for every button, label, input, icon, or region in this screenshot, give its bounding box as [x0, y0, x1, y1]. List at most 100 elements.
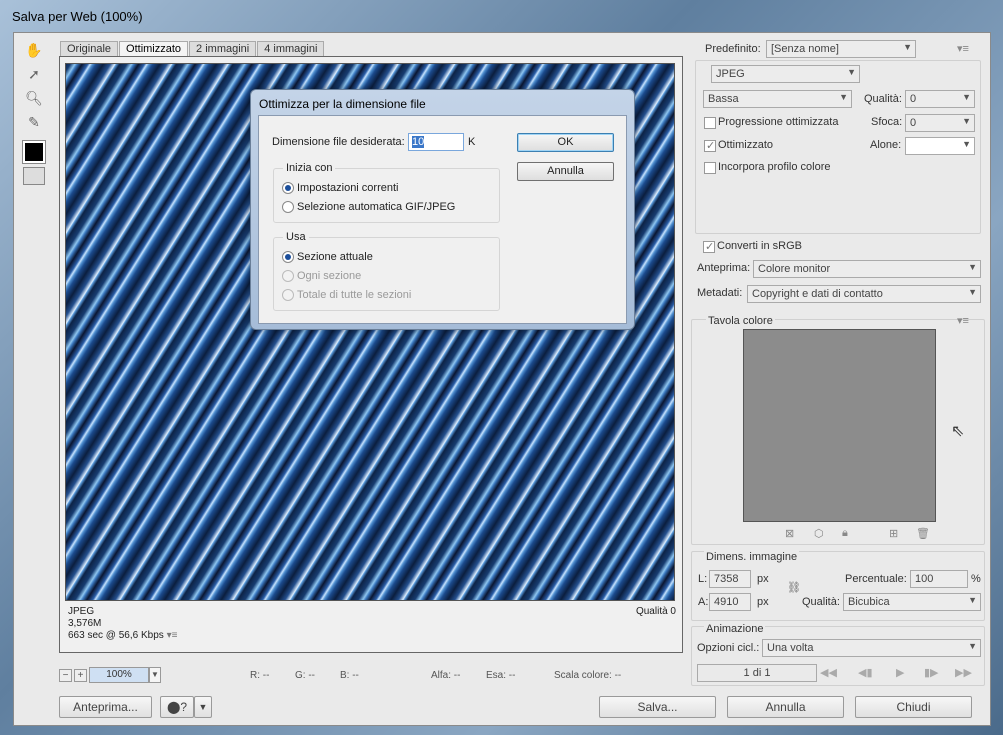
dialog-body: Dimensione file desiderata: 10 K OK Annu… [258, 115, 627, 324]
current-slice-label: Sezione attuale [297, 251, 373, 263]
height-field[interactable]: 4910 [709, 593, 751, 611]
menu-icon[interactable]: ▾≡ [167, 630, 178, 641]
color-table-menu-icon[interactable]: ▾≡ [957, 314, 969, 327]
image-filesize: 3,576M [68, 618, 102, 629]
frame-counter: 1 di 1 [697, 664, 817, 682]
width-label: L: [698, 573, 708, 585]
matte-label: Alone: [870, 139, 902, 151]
blur-field[interactable]: 0 ▼ [905, 114, 975, 132]
auto-select-radio[interactable] [282, 201, 294, 213]
prev-frame-icon[interactable]: ◀▮ [858, 666, 873, 679]
window: Salva per Web (100%) ✋ ➚ 🔍︎ ✎ Originale … [0, 0, 1003, 735]
constrain-link-icon[interactable]: ⛓ [787, 581, 801, 594]
toolbox: ✋ ➚ 🔍︎ ✎ [20, 39, 48, 189]
eyedropper-icon[interactable]: ✎ [22, 111, 46, 133]
metadata-select[interactable]: Copyright e dati di contatto ▼ [747, 285, 981, 303]
dialog-cancel-button[interactable]: Annulla [517, 162, 614, 181]
zoom-field[interactable]: 100% [89, 667, 149, 683]
progressive-label: Progressione ottimizzata [718, 116, 839, 128]
format-select[interactable]: JPEG ▼ [711, 65, 860, 83]
resample-select[interactable]: Bicubica ▼ [843, 593, 981, 611]
panel-menu-icon[interactable]: ▾≡ [957, 42, 969, 55]
trash-icon[interactable]: 🗑︎ [916, 527, 930, 540]
chevron-down-icon: ▼ [962, 92, 971, 102]
each-slice-radio[interactable] [282, 270, 294, 282]
color-table[interactable] [743, 329, 936, 522]
width-field[interactable]: 7358 [709, 570, 751, 588]
lock-color-icon[interactable]: 🔒︎ [842, 527, 848, 540]
current-settings-label: Impostazioni correnti [297, 182, 399, 194]
zoom-tool-icon[interactable]: 🔍︎ [22, 87, 46, 109]
slice-select-icon[interactable]: ➚ [22, 63, 46, 85]
chevron-down-icon: ▼ [839, 92, 848, 102]
embed-profile-label: Incorpora profilo colore [718, 161, 831, 173]
current-settings-radio[interactable] [282, 182, 294, 194]
image-format: JPEG [68, 606, 95, 617]
start-with-group [273, 168, 500, 223]
first-frame-icon[interactable]: ◀◀ [820, 666, 837, 679]
status-bar: − + 100% ▼ R: -- G: -- B: -- Alfa: -- Es… [59, 667, 683, 685]
metadata-label: Metadati: [697, 287, 743, 299]
current-slice-radio[interactable] [282, 251, 294, 263]
embed-profile-checkbox[interactable] [704, 162, 716, 174]
percent-field[interactable]: 100 [910, 570, 968, 588]
chevron-down-icon: ▼ [968, 262, 977, 272]
ok-button[interactable]: OK [517, 133, 614, 152]
tab-optimized[interactable]: Ottimizzato [119, 41, 189, 56]
tab-2-up[interactable]: 2 immagini [189, 41, 257, 56]
convert-srgb-checkbox[interactable] [703, 240, 715, 253]
resample-label: Qualità: [802, 596, 840, 608]
close-button[interactable]: Chiudi [855, 696, 972, 718]
browser-dropdown-icon[interactable]: ▼ [194, 696, 212, 718]
auto-select-label: Selezione automatica GIF/JPEG [297, 201, 456, 213]
chevron-down-icon: ▼ [968, 287, 977, 297]
alpha-readout: Alfa: -- [431, 670, 461, 681]
chevron-down-icon: ▼ [903, 42, 912, 52]
image-quality-info: Qualità 0 [635, 606, 676, 617]
dialog-title: Ottimizza per la dimensione file [259, 97, 426, 111]
zoom-in-button[interactable]: + [74, 668, 87, 682]
optimized-label: Ottimizzato [718, 139, 774, 151]
loop-label: Opzioni cicl.: [697, 642, 760, 654]
play-icon[interactable]: ▶ [896, 666, 904, 679]
eyedropper-color-swatch[interactable] [22, 140, 46, 164]
preview-mode-select[interactable]: Colore monitor ▼ [753, 260, 981, 278]
save-button[interactable]: Salva... [599, 696, 716, 718]
view-tabs: Originale Ottimizzato 2 immagini 4 immag… [60, 41, 325, 56]
progressive-checkbox[interactable] [704, 117, 716, 129]
quality-label: Qualità: [864, 93, 902, 105]
quality-preset-select[interactable]: Bassa ▼ [703, 90, 852, 108]
percent-unit: % [971, 573, 981, 585]
preview-button[interactable]: Anteprima... [59, 696, 152, 718]
use-legend: Usa [283, 231, 309, 243]
optimized-checkbox[interactable] [704, 139, 716, 152]
preview-mode-label: Anteprima: [697, 262, 751, 274]
zoom-dropdown-icon[interactable]: ▼ [149, 667, 161, 683]
tab-4-up[interactable]: 4 immagini [257, 41, 325, 56]
chevron-down-icon: ▼ [962, 116, 971, 126]
size-unit: K [468, 136, 476, 148]
height-label: A: [698, 596, 709, 608]
web-snap-icon[interactable]: ⬡ [814, 527, 824, 540]
toggle-slices-icon[interactable] [23, 167, 45, 185]
loop-select[interactable]: Una volta ▼ [762, 639, 981, 657]
browser-preview-icon[interactable]: ⬤? [160, 696, 194, 718]
cancel-button[interactable]: Annulla [727, 696, 844, 718]
total-slices-radio[interactable] [282, 289, 294, 301]
optimize-to-size-dialog: Ottimizza per la dimensione file Dimensi… [250, 89, 635, 330]
each-slice-label: Ogni sezione [297, 270, 362, 282]
matte-select[interactable]: ▼ [905, 137, 975, 155]
next-frame-icon[interactable]: ▮▶ [924, 666, 939, 679]
hand-tool-icon[interactable]: ✋ [22, 39, 46, 61]
zoom-out-button[interactable]: − [59, 668, 72, 682]
animation-title: Animazione [704, 623, 766, 635]
new-color-icon[interactable]: ⊞ [889, 527, 898, 540]
last-frame-icon[interactable]: ▶▶ [955, 666, 972, 679]
desired-size-field[interactable]: 10 [408, 133, 464, 151]
web-shift-icon[interactable]: ⊠ [785, 527, 794, 540]
mouse-cursor-icon: ⇖ [951, 423, 965, 440]
tab-original[interactable]: Originale [60, 41, 119, 56]
quality-field[interactable]: 0 ▼ [905, 90, 975, 108]
chevron-down-icon: ▼ [968, 595, 977, 605]
preset-select[interactable]: [Senza nome] ▼ [766, 40, 916, 58]
